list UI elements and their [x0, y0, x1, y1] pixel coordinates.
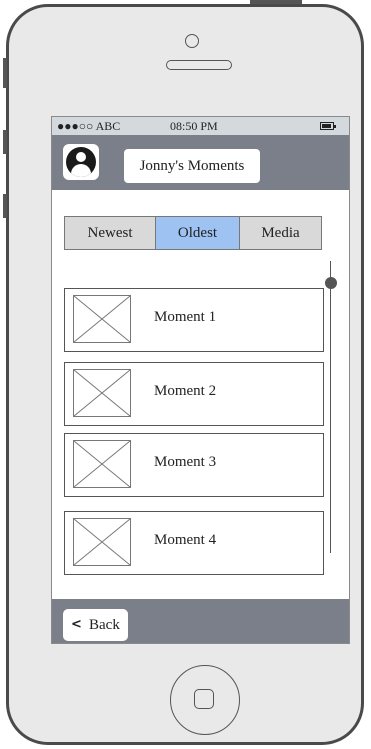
- carrier-signal: ●●●○○ ABC: [57, 119, 121, 133]
- moment-item-2[interactable]: Moment 2: [64, 362, 324, 426]
- phone-frame: ●●●○○ ABC 08:50 PM Jonny's Moments Newes…: [6, 4, 364, 745]
- moment-item-4[interactable]: Moment 4: [64, 511, 324, 575]
- image-placeholder-icon: [73, 518, 131, 566]
- moment-label: Moment 1: [154, 309, 217, 325]
- scrollbar-handle[interactable]: [325, 277, 337, 289]
- moment-label: Moment 2: [154, 383, 217, 399]
- home-square-icon: [194, 689, 214, 709]
- moment-label: Moment 4: [154, 532, 217, 548]
- image-placeholder-icon: [73, 440, 131, 488]
- status-bar: ●●●○○ ABC 08:50 PM: [52, 117, 349, 135]
- tab-newest[interactable]: Newest: [65, 217, 156, 249]
- status-time: 08:50 PM: [170, 119, 218, 133]
- app-header: Jonny's Moments: [52, 135, 349, 190]
- moment-label: Moment 3: [154, 454, 217, 470]
- image-placeholder-icon: [73, 369, 131, 417]
- scrollbar-track[interactable]: [330, 261, 331, 553]
- tab-media[interactable]: Media: [240, 217, 321, 249]
- chevron-left-icon: <: [71, 617, 82, 632]
- camera-icon: [185, 34, 199, 48]
- moment-item-3[interactable]: Moment 3: [64, 433, 324, 497]
- image-placeholder-icon: [73, 295, 131, 343]
- app-footer: < Back: [52, 599, 349, 643]
- mute-switch: [3, 58, 7, 88]
- tab-oldest[interactable]: Oldest: [156, 217, 240, 249]
- phone-screen: ●●●○○ ABC 08:50 PM Jonny's Moments Newes…: [51, 116, 350, 644]
- moment-item-1[interactable]: Moment 1: [64, 288, 324, 352]
- page-title: Jonny's Moments: [124, 149, 260, 183]
- back-button[interactable]: < Back: [63, 609, 128, 641]
- speaker-grille: [166, 60, 232, 70]
- volume-down-button: [3, 194, 7, 218]
- battery-icon: [320, 122, 336, 130]
- home-button[interactable]: [170, 665, 240, 735]
- power-button: [250, 0, 302, 4]
- user-avatar-icon[interactable]: [63, 144, 99, 180]
- sort-tabs: Newest Oldest Media: [64, 216, 322, 250]
- back-button-label: Back: [89, 617, 120, 633]
- volume-up-button: [3, 130, 7, 154]
